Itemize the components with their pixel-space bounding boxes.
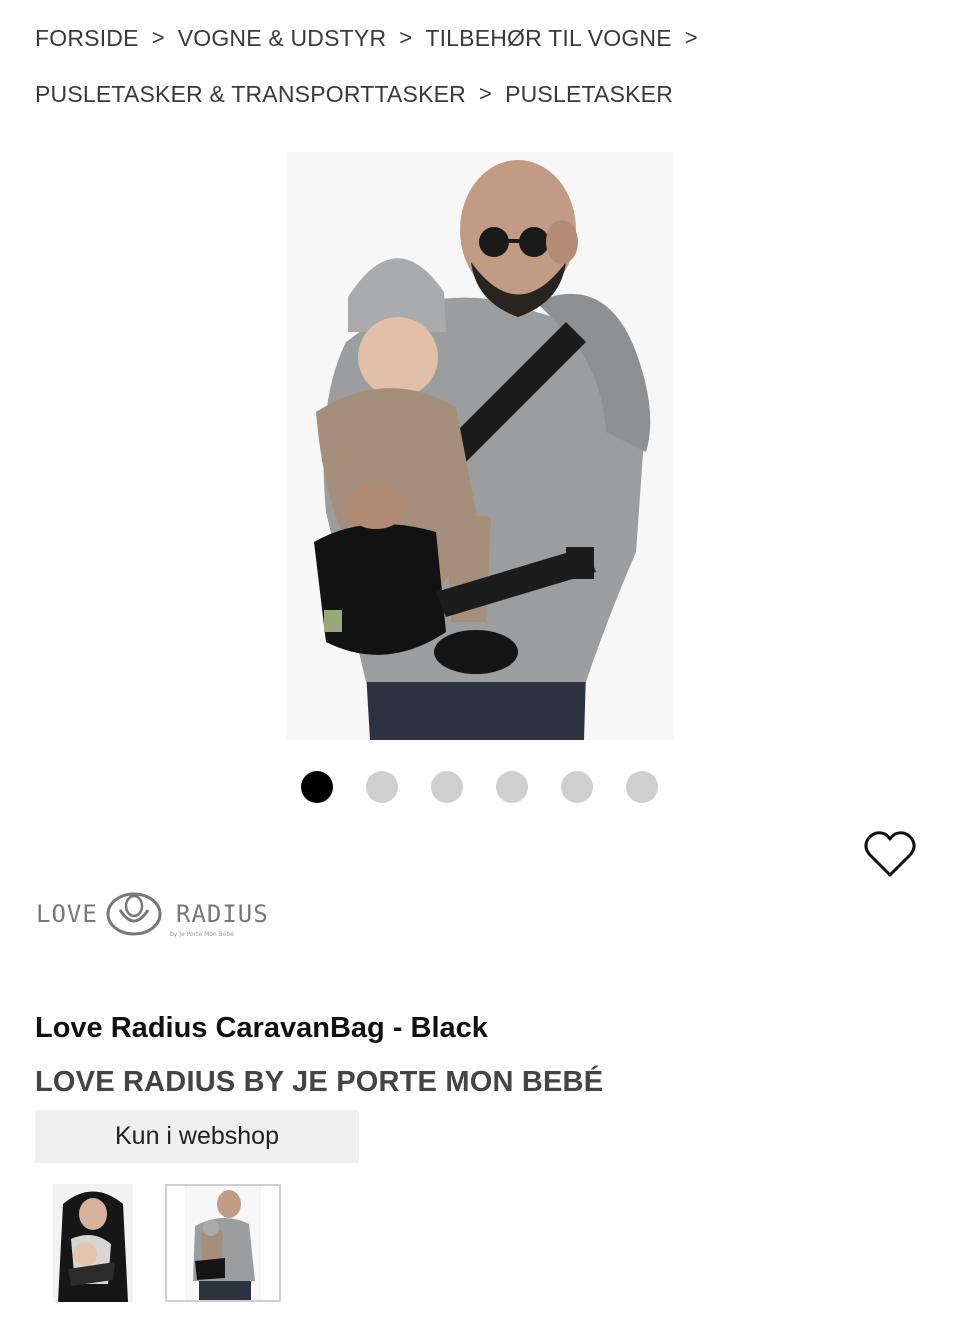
thumbnail-1[interactable] (53, 1184, 133, 1302)
breadcrumb: FORSIDE > VOGNE & UDSTYR > TILBEHØR TIL … (35, 20, 935, 132)
thumbnail-strip (53, 1184, 281, 1302)
breadcrumb-item-tilbehor[interactable]: TILBEHØR TIL VOGNE (425, 25, 671, 52)
breadcrumb-separator: > (399, 25, 413, 50)
brand-logo[interactable]: LOVE RADIUS by Je Porte Mon Bébé (34, 888, 274, 944)
wishlist-button[interactable] (862, 828, 918, 880)
product-photo (286, 152, 674, 740)
breadcrumb-separator: > (151, 25, 165, 50)
heart-outline-icon (864, 831, 916, 877)
logo-word-right: RADIUS (176, 900, 269, 928)
product-brand[interactable]: LOVE RADIUS BY JE PORTE MON BEBÉ (35, 1066, 603, 1099)
breadcrumb-item-forside[interactable]: FORSIDE (35, 25, 139, 52)
product-title: Love Radius CaravanBag - Black (35, 1012, 488, 1044)
carousel-dot-4[interactable] (496, 771, 528, 803)
carousel-dot-2[interactable] (366, 771, 398, 803)
carousel-dots (301, 771, 658, 803)
breadcrumb-separator: > (479, 81, 493, 106)
breadcrumb-item-pusletasker[interactable]: PUSLETASKER (505, 81, 673, 108)
logo-tagline: by Je Porte Mon Bébé (170, 931, 234, 938)
thumbnail-photo-man-with-child (185, 1186, 261, 1300)
love-radius-logo: LOVE RADIUS by Je Porte Mon Bébé (36, 892, 269, 938)
breadcrumb-separator: > (684, 25, 698, 50)
carousel-dot-1[interactable] (301, 771, 333, 803)
thumbnail-2[interactable] (165, 1184, 281, 1302)
thumbnail-photo-woman-with-child (53, 1184, 133, 1302)
logo-word-left: LOVE (36, 900, 98, 928)
breadcrumb-item-pusletasker-transporttasker[interactable]: PUSLETASKER & TRANSPORTTASKER (35, 81, 466, 108)
carousel-dot-3[interactable] (431, 771, 463, 803)
breadcrumb-row-1: FORSIDE > VOGNE & UDSTYR > TILBEHØR TIL … (35, 20, 935, 56)
carousel-dot-5[interactable] (561, 771, 593, 803)
product-hero-image[interactable] (286, 152, 674, 740)
availability-badge: Kun i webshop (35, 1110, 359, 1163)
breadcrumb-row-2: PUSLETASKER & TRANSPORTTASKER > PUSLETAS… (35, 76, 935, 112)
carousel-dot-6[interactable] (626, 771, 658, 803)
breadcrumb-item-vogne-udstyr[interactable]: VOGNE & UDSTYR (178, 25, 387, 52)
product-page: FORSIDE > VOGNE & UDSTYR > TILBEHØR TIL … (0, 0, 960, 1326)
